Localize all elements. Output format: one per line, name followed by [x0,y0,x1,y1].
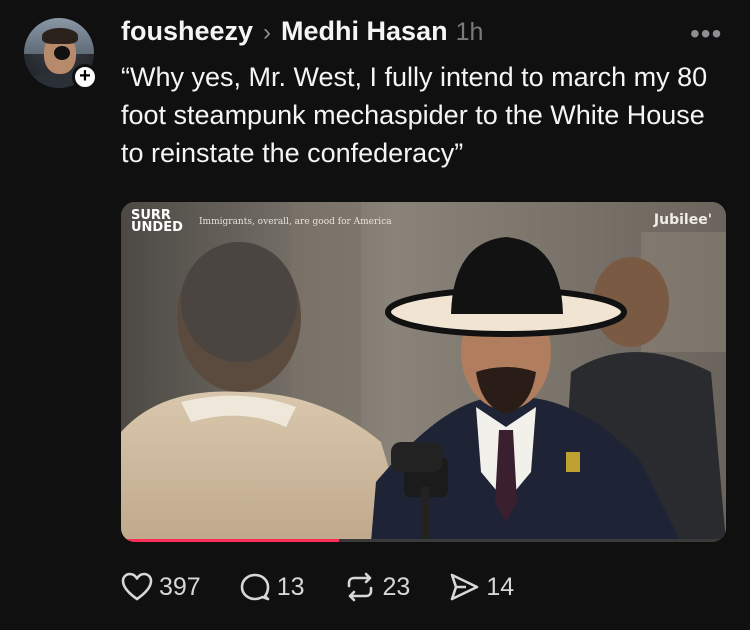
video-progress-fill [121,539,339,542]
reply-count: 13 [276,572,305,601]
comment-icon [240,573,270,601]
heart-icon [121,572,153,601]
video-caption: Immigrants, overall, are good for Americ… [199,217,392,227]
repost-count: 23 [382,572,411,601]
repost-button[interactable]: 23 [343,572,411,602]
video-frame [121,202,726,542]
share-count: 14 [486,572,515,601]
like-button[interactable]: 397 [121,572,201,602]
send-icon [451,573,479,601]
video-progress-track[interactable] [121,539,726,542]
post-text: “Why yes, Mr. West, I fully intend to ma… [121,62,708,168]
video-media[interactable]: SURR UNDED Immigrants, overall, are good… [121,202,726,542]
follow-plus-icon[interactable]: + [72,64,98,90]
repost-icon [347,572,372,602]
post-timestamp: 1h [455,18,484,46]
post-actions: 397 13 23 14 [121,567,552,607]
surrounded-logo: SURR UNDED [131,208,183,235]
post-header: fousheezy › Medhi Hasan 1h [121,16,483,52]
share-button[interactable]: 14 [448,572,514,602]
more-icon[interactable]: ••• [690,18,722,50]
reply-button[interactable]: 13 [239,572,305,602]
like-count: 397 [159,572,201,601]
username-link[interactable]: fousheezy [121,16,253,47]
avatar[interactable]: + [24,18,98,90]
reply-to-username-link[interactable]: Medhi Hasan [281,16,448,47]
chevron-right-icon: › [263,19,272,46]
jubilee-watermark: Jubilee' [653,212,712,228]
